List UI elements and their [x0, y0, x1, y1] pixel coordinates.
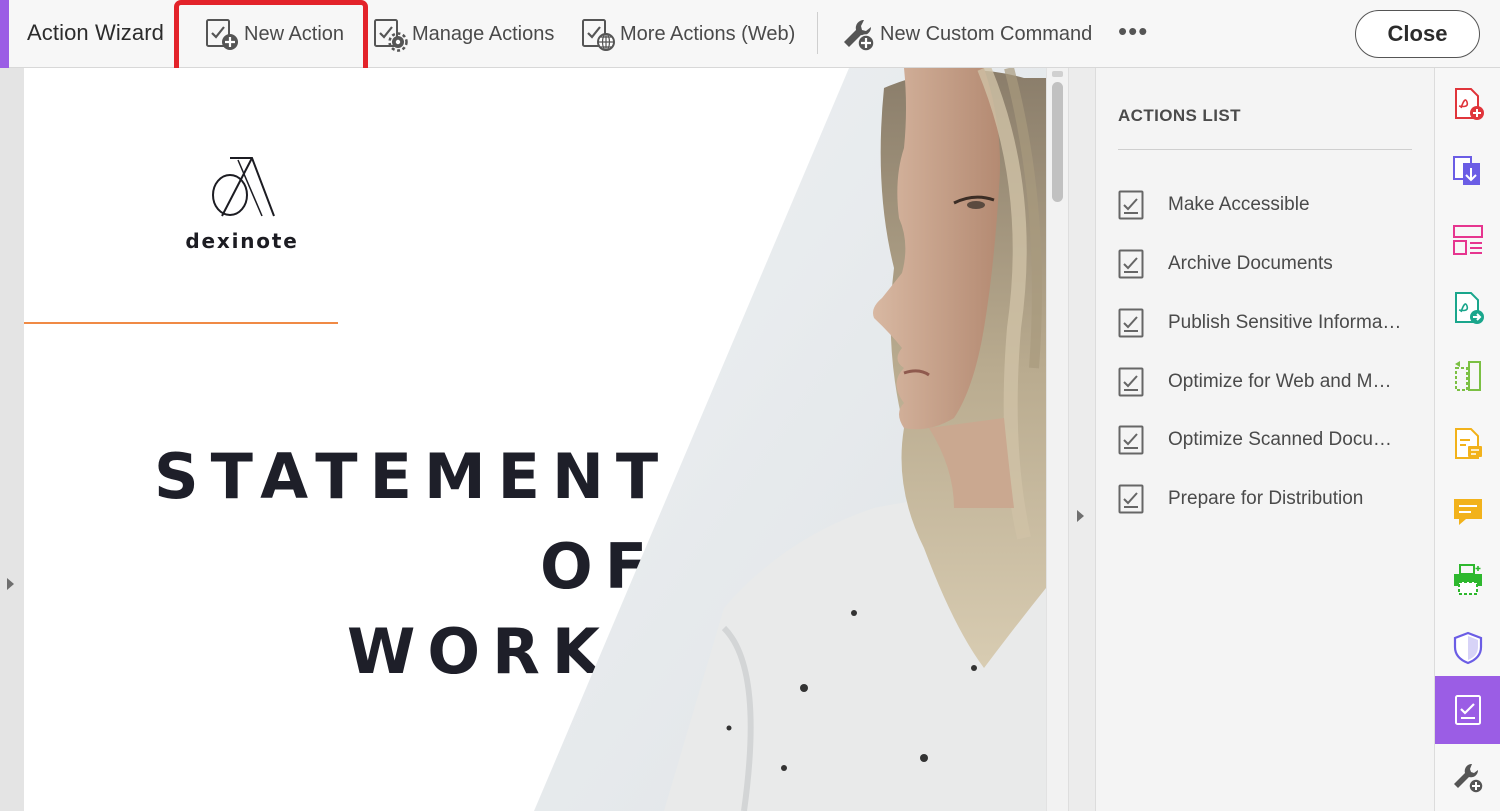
manage-actions-label: Manage Actions [412, 22, 555, 45]
comment-icon [1454, 499, 1482, 525]
toolbar: Action Wizard New Action Manage Actions [0, 0, 1500, 68]
checklist-globe-icon [580, 16, 616, 52]
document-scrollbar[interactable] [1046, 68, 1068, 811]
send-pdf-icon [1455, 292, 1484, 324]
rail-action-wizard[interactable] [1435, 676, 1500, 744]
logo-wordmark: dexinote [185, 229, 299, 253]
tools-rail [1434, 68, 1500, 811]
create-pdf-icon [1455, 88, 1484, 120]
export-pdf-icon [1453, 156, 1480, 185]
rail-export-pdf[interactable] [1435, 138, 1500, 206]
rail-protect[interactable] [1435, 614, 1500, 682]
action-item-label: Archive Documents [1168, 253, 1333, 274]
actions-list-divider [1118, 149, 1412, 150]
action-wizard-icon [1455, 695, 1481, 725]
more-actions-web-label: More Actions (Web) [620, 22, 796, 45]
checklist-plus-icon [204, 16, 240, 52]
tool-title: Action Wizard [27, 20, 165, 45]
rail-edit-pdf[interactable] [1435, 206, 1500, 274]
fill-sign-icon [1455, 428, 1482, 459]
scrollbar-top-cap [1052, 71, 1063, 77]
cover-photo [534, 68, 1046, 811]
action-item-archive-documents[interactable]: Archive Documents [1118, 244, 1418, 284]
checklist-icon [1118, 308, 1144, 338]
checklist-gear-icon [372, 16, 408, 52]
toolbar-divider [817, 12, 818, 54]
action-item-make-accessible[interactable]: Make Accessible [1118, 185, 1418, 225]
action-item-label: Optimize Scanned Docu… [1168, 429, 1392, 450]
action-item-label: Make Accessible [1168, 194, 1310, 215]
protect-shield-icon [1453, 631, 1483, 665]
checklist-icon [1118, 367, 1144, 397]
organize-pages-icon [1455, 361, 1481, 391]
action-item-optimize-scanned-documents[interactable]: Optimize Scanned Docu… [1118, 420, 1418, 460]
rail-fill-sign[interactable] [1435, 410, 1500, 478]
new-custom-command-button[interactable]: New Custom Command [840, 14, 1092, 54]
rail-create-pdf[interactable] [1435, 70, 1500, 138]
action-item-publish-sensitive-information[interactable]: Publish Sensitive Informa… [1118, 303, 1418, 343]
accent-divider [24, 322, 338, 324]
more-options-button[interactable]: ••• [1118, 16, 1148, 46]
more-tools-wrench-icon [1454, 763, 1484, 794]
actions-list-title: ACTIONS LIST [1118, 106, 1241, 125]
action-item-label: Optimize for Web and M… [1168, 371, 1392, 392]
close-button[interactable]: Close [1355, 10, 1480, 58]
rail-comment[interactable] [1435, 478, 1500, 546]
right-panel-toggle-strip [1068, 68, 1095, 811]
rail-print-production[interactable] [1435, 546, 1500, 614]
checklist-icon [1118, 249, 1144, 279]
dexinote-logo-mark [212, 157, 275, 217]
edit-pdf-icon [1453, 225, 1483, 255]
tool-accent-bar [0, 0, 9, 68]
actions-panel: ACTIONS LIST Make Accessible Archive Doc… [1095, 68, 1434, 811]
document-page: dexinote STATEMENT OF WORK [24, 68, 1046, 811]
wrench-plus-icon [840, 16, 876, 52]
manage-actions-button[interactable]: Manage Actions [372, 14, 554, 54]
dexinote-logo: dexinote [182, 150, 302, 253]
rail-send-pdf[interactable] [1435, 274, 1500, 342]
action-item-label: Publish Sensitive Informa… [1168, 312, 1402, 333]
expand-left-panel-icon[interactable] [7, 578, 14, 590]
more-actions-web-button[interactable]: More Actions (Web) [580, 14, 795, 54]
new-custom-command-label: New Custom Command [880, 22, 1093, 45]
print-production-icon [1454, 564, 1482, 595]
action-item-prepare-for-distribution[interactable]: Prepare for Distribution [1118, 479, 1418, 519]
collapse-right-panel-icon[interactable] [1077, 510, 1084, 522]
checklist-icon [1118, 484, 1144, 514]
action-item-label: Prepare for Distribution [1168, 488, 1364, 509]
rail-more-tools[interactable] [1435, 744, 1500, 811]
checklist-icon [1118, 425, 1144, 455]
checklist-icon [1118, 190, 1144, 220]
scrollbar-thumb[interactable] [1052, 82, 1063, 202]
new-action-label: New Action [244, 22, 345, 45]
new-action-button[interactable]: New Action [204, 14, 344, 54]
left-panel-toggle-strip [0, 68, 24, 811]
action-item-optimize-for-web[interactable]: Optimize for Web and M… [1118, 362, 1418, 402]
rail-organize-pages[interactable] [1435, 342, 1500, 410]
